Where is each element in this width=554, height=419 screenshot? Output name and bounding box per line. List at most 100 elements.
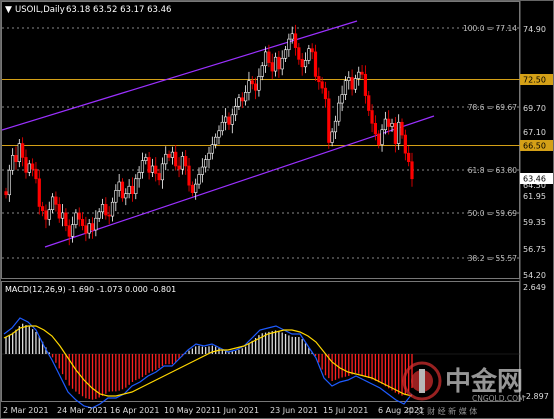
fib-label-618: 61.8 = 63.80 [468, 166, 517, 175]
bear-candle [80, 218, 85, 226]
macd-axis-bottom: -2.897 [523, 392, 549, 401]
bear-candle [407, 152, 411, 163]
symbol-label: USOIL,Daily [15, 5, 65, 15]
bull-candle [110, 201, 115, 217]
bull-candle [124, 193, 128, 199]
bull-candle [230, 114, 234, 125]
bull-candle [383, 118, 387, 131]
bull-candle [210, 144, 214, 154]
time-tick: 15 Jul 2021 [323, 406, 368, 415]
bull-candle [144, 157, 148, 161]
bull-candle [87, 223, 91, 234]
bull-candle [27, 163, 31, 173]
bear-candle [187, 165, 191, 186]
bull-candle [347, 77, 351, 81]
bear-candle [253, 83, 258, 91]
bull-candle [283, 49, 288, 59]
bear-candle [370, 110, 374, 124]
bull-candle [303, 60, 308, 68]
time-tick: 10 May 2021 [164, 406, 216, 415]
bear-candle [31, 163, 35, 170]
fib-label-50: 50.0 = 59.69 [468, 209, 517, 218]
bull-candle [97, 211, 101, 219]
bear-candle [21, 143, 25, 158]
bull-candle [390, 123, 394, 127]
current-price-label: 63.46 [523, 175, 546, 184]
bull-candle [17, 143, 21, 163]
price-tick: 69.70 [523, 104, 546, 113]
bear-candle [323, 87, 328, 100]
bear-candle [373, 123, 377, 135]
bull-candle [100, 204, 105, 213]
bull-candle [290, 33, 294, 40]
bull-candle [224, 116, 228, 123]
price-tick: 61.95 [523, 192, 546, 201]
bear-candle [41, 206, 45, 212]
bull-candle [397, 121, 401, 144]
bear-candle [120, 181, 125, 199]
bull-candle [50, 196, 55, 210]
bear-candle [190, 184, 194, 193]
bull-candle [160, 163, 165, 181]
bull-candle [74, 212, 78, 225]
price-tick: 54.20 [523, 271, 546, 280]
bull-candle [204, 159, 208, 168]
bull-candle [60, 212, 65, 219]
bear-candle [37, 178, 41, 207]
bear-candle [400, 121, 404, 136]
bull-candle [340, 94, 344, 104]
bear-candle [57, 204, 61, 219]
bear-candle [317, 76, 321, 83]
price-tick: 56.75 [523, 245, 546, 254]
bear-candle [270, 62, 274, 72]
price-tick: 67.10 [523, 128, 546, 137]
bear-candle [184, 156, 188, 167]
menu-triangle-icon[interactable]: ▼ [5, 5, 12, 15]
bear-candle [90, 223, 95, 231]
bear-candle [34, 168, 38, 180]
bull-candle [137, 172, 141, 180]
bear-candle [167, 153, 171, 158]
fib-label-786: 78.6 = 69.67 [468, 103, 517, 112]
bear-candle [130, 185, 135, 195]
macd-label: MACD(12,26,9) -1.690 -1.073 0.000 -0.801 [5, 285, 176, 294]
bull-candle [263, 51, 268, 67]
bear-candle [250, 80, 254, 85]
bull-candle [180, 156, 184, 170]
bull-candle [207, 152, 211, 160]
bull-candle [70, 224, 75, 237]
bull-candle [47, 209, 51, 220]
price-tick: 59.35 [523, 218, 546, 227]
bull-candle [234, 105, 238, 116]
bull-candle [194, 183, 198, 193]
bear-candle [104, 204, 108, 216]
bear-candle [320, 81, 324, 89]
bull-candle [140, 160, 145, 173]
price-tick: 74.90 [523, 25, 546, 34]
bear-candle [24, 157, 28, 173]
bear-candle [310, 48, 314, 53]
time-tick: 6 Aug 2021 [378, 406, 424, 415]
bull-candle [150, 165, 155, 173]
bear-candle [403, 134, 407, 154]
bear-candle [84, 225, 88, 234]
fib-label-382: 38.2 = 55.57 [468, 254, 517, 263]
bull-candle [200, 166, 204, 175]
bull-candle [280, 57, 284, 70]
bear-candle [227, 116, 231, 125]
ohlc-values: 63.18 63.52 63.17 63.46 [66, 5, 171, 15]
bear-candle [313, 51, 318, 77]
bull-candle [380, 129, 384, 145]
chart-window[interactable]: 100.0 = 77.14 78.6 = 69.67 61.8 = 63.80 … [0, 0, 554, 419]
bull-candle [307, 48, 311, 61]
bear-candle [360, 71, 364, 75]
bear-candle [147, 157, 151, 173]
bear-candle [44, 210, 48, 220]
bear-candle [174, 151, 178, 167]
bull-candle [330, 131, 334, 143]
bear-candle [393, 123, 397, 144]
bear-candle [293, 33, 298, 48]
bull-candle [357, 71, 361, 79]
bear-candle [177, 165, 181, 170]
bull-candle [260, 65, 264, 77]
